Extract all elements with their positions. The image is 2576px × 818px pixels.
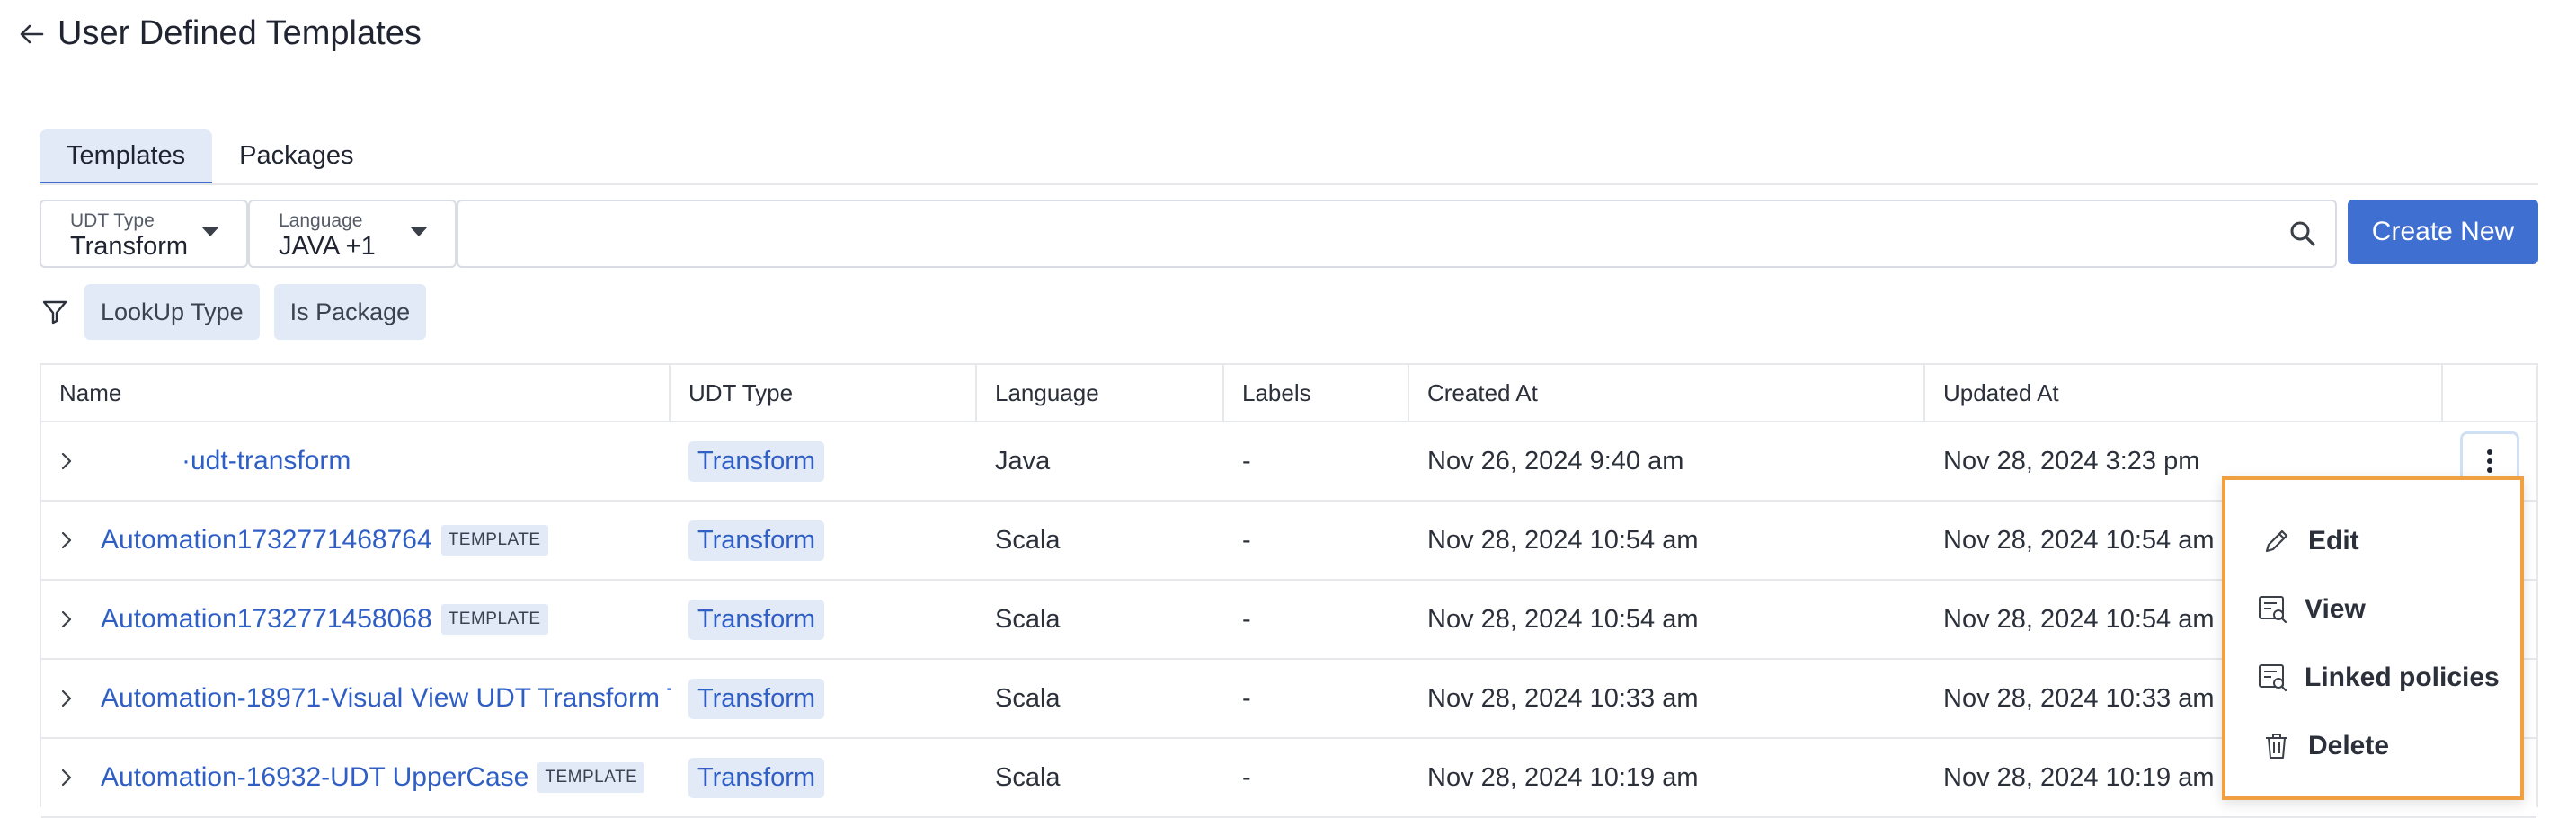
column-header-labels[interactable]: Labels [1224, 365, 1409, 421]
language-cell: Scala [995, 762, 1061, 792]
udt-type-label: UDT Type [70, 210, 155, 231]
template-name-link[interactable]: Automation-16932-UDT UpperCase [101, 762, 529, 793]
language-dropdown[interactable]: Language JAVA +1 [248, 200, 457, 268]
tab-bar: Templates Packages [40, 129, 381, 185]
filter-row: LookUp Type Is Package [40, 284, 427, 340]
table-row[interactable]: ·udt-transform Transform Java - Nov 26, … [41, 422, 2536, 502]
column-header-name[interactable]: Name [41, 365, 671, 421]
table-row[interactable]: Automation-16932-UDT UpperCase TEMPLATE … [41, 739, 2536, 818]
language-label: Language [279, 210, 363, 231]
menu-item-label: Linked policies [2305, 662, 2500, 692]
tab-templates[interactable]: Templates [40, 129, 213, 185]
row-actions-menu: Edit View Linked policies Delete [2222, 476, 2524, 800]
created-at-cell: Nov 28, 2024 10:19 am [1427, 762, 1699, 792]
template-badge: TEMPLATE [440, 604, 548, 635]
labels-cell: - [1242, 525, 1251, 555]
caret-down-icon [201, 227, 219, 236]
column-header-language[interactable]: Language [977, 365, 1224, 421]
page-header: User Defined Templates [18, 14, 422, 53]
chip-lookup-type[interactable]: LookUp Type [84, 284, 260, 340]
language-cell: Scala [995, 683, 1061, 713]
template-badge: TEMPLATE [537, 762, 645, 793]
name-cell: Automation-16932-UDT UpperCase TEMPLATE [41, 739, 671, 816]
chevron-right-icon[interactable] [56, 688, 77, 709]
tab-packages[interactable]: Packages [212, 129, 380, 182]
language-cell: Scala [995, 525, 1061, 555]
udt-type-tag: Transform [688, 678, 825, 719]
view-icon [2256, 592, 2290, 627]
language-cell: Scala [995, 604, 1061, 634]
create-new-button[interactable]: Create New [2348, 200, 2538, 264]
menu-item-delete[interactable]: Delete [2260, 721, 2389, 771]
linked-policies-icon [2256, 661, 2290, 695]
chevron-right-icon[interactable] [56, 529, 77, 551]
templates-table: Name UDT Type Language Labels Created At… [40, 363, 2538, 818]
menu-item-label: Edit [2308, 526, 2359, 556]
name-cell: Automation1732771458068 TEMPLATE [41, 581, 671, 658]
name-cell: Automation1732771468764 TEMPLATE [41, 502, 671, 579]
trash-icon [2260, 729, 2294, 763]
table-row[interactable]: Automation1732771458068 TEMPLATE Transfo… [41, 581, 2536, 660]
name-cell: ·udt-transform [41, 422, 671, 500]
search-icon[interactable] [2288, 219, 2317, 248]
created-at-cell: Nov 28, 2024 10:54 am [1427, 604, 1699, 634]
table-header: Name UDT Type Language Labels Created At… [41, 365, 2536, 422]
menu-item-view[interactable]: View [2256, 584, 2366, 635]
udt-type-cell: Transform [671, 581, 977, 658]
template-name-link[interactable]: Automation1732771468764 [101, 525, 432, 556]
udt-type-dropdown[interactable]: UDT Type Transform [40, 200, 248, 268]
column-header-updated-at[interactable]: Updated At [1925, 365, 2443, 421]
name-cell: Automation-18971-Visual View UDT Transfo… [41, 660, 671, 737]
search-input[interactable] [458, 201, 2292, 262]
column-header-actions [2443, 365, 2536, 421]
labels-cell: - [1242, 683, 1251, 713]
menu-item-label: Delete [2308, 731, 2390, 760]
udt-type-value: Transform [70, 232, 189, 261]
udt-type-tag: Transform [688, 757, 825, 798]
menu-item-linked-policies[interactable]: Linked policies [2256, 653, 2500, 703]
template-badge: TEMPLATE [440, 525, 548, 556]
column-header-udt-type[interactable]: UDT Type [671, 365, 977, 421]
udt-type-cell: Transform [671, 502, 977, 579]
created-at-cell: Nov 26, 2024 9:40 am [1427, 446, 1684, 476]
filter-icon[interactable] [40, 297, 70, 327]
template-name-link[interactable]: Automation1732771458068 [101, 604, 432, 635]
caret-down-icon [410, 227, 428, 236]
language-value: JAVA +1 [279, 232, 376, 261]
table-row[interactable]: Automation-18971-Visual View UDT Transfo… [41, 660, 2536, 739]
column-header-created-at[interactable]: Created At [1409, 365, 1925, 421]
template-name-link[interactable]: ·udt-transform [182, 446, 351, 476]
page-title: User Defined Templates [58, 14, 422, 52]
created-at-cell: Nov 28, 2024 10:54 am [1427, 525, 1699, 555]
menu-item-edit[interactable]: Edit [2260, 516, 2359, 566]
labels-cell: - [1242, 446, 1251, 476]
table-row[interactable]: Automation1732771468764 TEMPLATE Transfo… [41, 502, 2536, 581]
udt-type-tag: Transform [688, 599, 825, 640]
labels-cell: - [1242, 762, 1251, 792]
labels-cell: - [1242, 604, 1251, 634]
chevron-right-icon[interactable] [56, 609, 77, 630]
chip-is-package[interactable]: Is Package [273, 284, 427, 340]
pencil-icon [2260, 524, 2294, 558]
chevron-right-icon[interactable] [56, 767, 77, 788]
template-name-link[interactable]: Automation-18971-Visual View UDT Transfo… [101, 683, 671, 714]
language-cell: Java [995, 446, 1051, 476]
search-box [457, 200, 2337, 268]
udt-type-cell: Transform [671, 739, 977, 816]
menu-item-label: View [2305, 594, 2366, 624]
udt-type-cell: Transform [671, 660, 977, 737]
chevron-right-icon[interactable] [56, 450, 77, 472]
tab-divider [40, 183, 2538, 185]
udt-type-cell: Transform [671, 422, 977, 500]
udt-type-tag: Transform [688, 520, 825, 561]
created-at-cell: Nov 28, 2024 10:33 am [1427, 683, 1699, 713]
back-arrow-icon[interactable] [18, 21, 45, 48]
udt-type-tag: Transform [688, 440, 825, 482]
